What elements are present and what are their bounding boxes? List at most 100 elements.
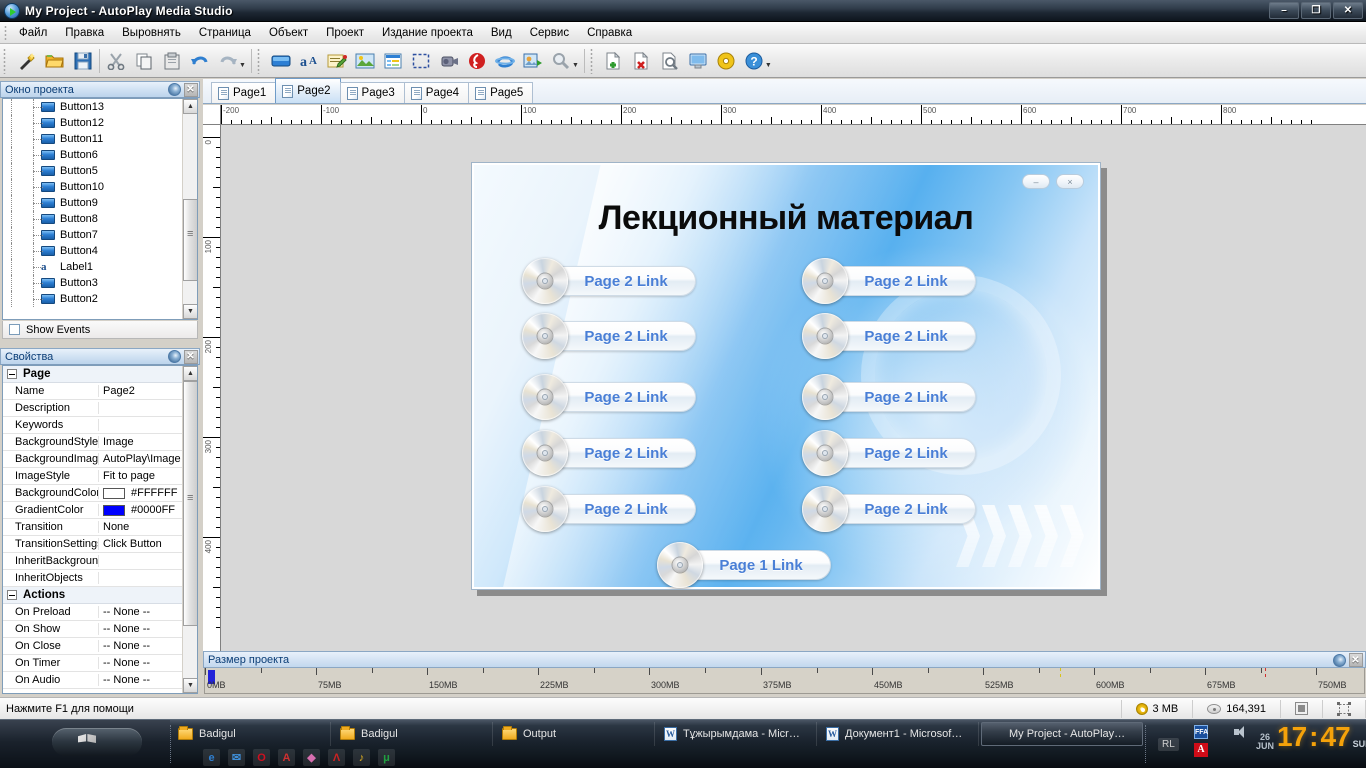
preview-page-icon[interactable]: [657, 48, 683, 74]
page-link-button[interactable]: Page 2 Link: [802, 430, 976, 476]
color-swatch[interactable]: [103, 487, 125, 499]
opera-icon[interactable]: O: [253, 749, 270, 767]
flash-object-icon[interactable]: [464, 48, 490, 74]
avira-icon[interactable]: Α: [1194, 743, 1208, 757]
tab-page1[interactable]: Page1: [211, 82, 277, 103]
property-row-on-show[interactable]: On Show -- None --: [3, 621, 197, 638]
redo-icon[interactable]: [215, 48, 241, 74]
property-row-on-audio[interactable]: On Audio -- None --: [3, 672, 197, 689]
undo-dropdown-caret-icon[interactable]: ▼: [239, 62, 246, 69]
picasa-icon[interactable]: ◆: [303, 749, 320, 767]
start-button[interactable]: [0, 720, 170, 768]
scroll-up-icon[interactable]: ▲: [183, 366, 197, 381]
page-link-button[interactable]: Page 2 Link: [522, 258, 696, 304]
scroll-up-icon[interactable]: ▲: [183, 99, 197, 114]
selection-icon[interactable]: [1337, 701, 1351, 716]
property-row-description[interactable]: Description: [3, 400, 197, 417]
property-row-keywords[interactable]: Keywords: [3, 417, 197, 434]
menu-item-page[interactable]: Страница: [190, 24, 260, 42]
property-row-backgroundimage[interactable]: BackgroundImage AutoPlay\Image: [3, 451, 197, 468]
property-group-actions[interactable]: Actions: [3, 587, 197, 604]
page-link-button[interactable]: Page 1 Link: [657, 542, 831, 588]
restore-button[interactable]: ❐: [1301, 2, 1331, 19]
tree-item-button7[interactable]: Button7: [3, 227, 197, 243]
tree-item-button2[interactable]: Button2: [3, 291, 197, 307]
tree-item-label1[interactable]: a Label1: [3, 259, 197, 275]
properties-scrollbar[interactable]: ▲ ▼: [182, 366, 197, 693]
keyboard-layout-indicator[interactable]: RL: [1158, 737, 1179, 751]
new-project-wizard-icon[interactable]: [14, 48, 40, 74]
menu-item-help[interactable]: Справка: [578, 24, 641, 42]
minimize-button[interactable]: –: [1269, 2, 1299, 19]
taskbar-clock[interactable]: 26 JUN 17 : 47 SUN: [1256, 722, 1366, 752]
property-group-page[interactable]: Page: [3, 366, 197, 383]
delete-page-icon[interactable]: [629, 48, 655, 74]
add-page-icon[interactable]: [601, 48, 627, 74]
menu-grip[interactable]: [2, 23, 10, 42]
scroll-down-icon[interactable]: ▼: [183, 678, 197, 693]
listbox-object-icon[interactable]: [380, 48, 406, 74]
adobe-reader-icon[interactable]: Λ: [328, 749, 345, 767]
project-tree[interactable]: Button13 Button12 Button11 Button6 Button5 Bu…: [2, 98, 198, 320]
tree-item-button6[interactable]: Button6: [3, 147, 197, 163]
undo-icon[interactable]: [187, 48, 213, 74]
scroll-thumb[interactable]: [183, 199, 197, 281]
property-row-inheritobjects[interactable]: InheritObjects: [3, 570, 197, 587]
scroll-thumb[interactable]: [183, 381, 197, 626]
page-link-button[interactable]: Page 2 Link: [802, 258, 976, 304]
tree-item-button8[interactable]: Button8: [3, 211, 197, 227]
status-selection-cell[interactable]: [1322, 699, 1366, 718]
copy-icon[interactable]: [131, 48, 157, 74]
property-row-transition[interactable]: Transition None: [3, 519, 197, 536]
taskbar-item[interactable]: My Project - AutoPlay…: [981, 721, 1143, 746]
preview-project-icon[interactable]: [685, 48, 711, 74]
mathcad-icon[interactable]: μ: [378, 749, 395, 767]
status-resize-cell[interactable]: [1280, 699, 1322, 718]
abbyy-icon[interactable]: A: [278, 749, 295, 767]
winamp-icon[interactable]: ♪: [353, 749, 370, 767]
close-icon[interactable]: ✕: [183, 349, 198, 364]
page-link-button[interactable]: Page 2 Link: [522, 486, 696, 532]
outlook-express-icon[interactable]: ✉: [228, 749, 245, 767]
tab-page4[interactable]: Page4: [403, 82, 470, 103]
auto-hide-icon[interactable]: [167, 350, 182, 364]
tree-item-button11[interactable]: Button11: [3, 131, 197, 147]
property-row-gradientcolor[interactable]: GradientColor #0000FF: [3, 502, 197, 519]
image-object-icon[interactable]: [352, 48, 378, 74]
property-row-inheritbackground[interactable]: InheritBackground: [3, 553, 197, 570]
menu-item-publish[interactable]: Издание проекта: [373, 24, 482, 42]
page-close-button[interactable]: ×: [1056, 174, 1084, 189]
menu-item-tools[interactable]: Сервис: [521, 24, 578, 42]
menu-item-project[interactable]: Проект: [317, 24, 373, 42]
page-link-button[interactable]: Page 2 Link: [522, 430, 696, 476]
taskbar-item[interactable]: Badigul: [333, 721, 493, 746]
property-row-backgroundcolor[interactable]: BackgroundColor #FFFFFF: [3, 485, 197, 502]
menu-item-file[interactable]: Файл: [10, 24, 56, 42]
open-folder-icon[interactable]: [42, 48, 68, 74]
taskbar-item[interactable]: Badigul: [171, 721, 331, 746]
paragraph-object-icon[interactable]: [324, 48, 350, 74]
page-link-button[interactable]: Page 2 Link: [522, 313, 696, 359]
toolbar-grip-1[interactable]: [3, 47, 10, 74]
tree-item-button4[interactable]: Button4: [3, 243, 197, 259]
taskbar-item[interactable]: W Документ1 - Microsof…: [819, 721, 979, 746]
color-swatch[interactable]: [103, 504, 125, 516]
tab-page3[interactable]: Page3: [339, 82, 405, 103]
auto-hide-icon[interactable]: [167, 83, 182, 97]
button-object-icon[interactable]: [268, 48, 294, 74]
menu-item-object[interactable]: Объект: [260, 24, 317, 42]
tree-item-button3[interactable]: Button3: [3, 275, 197, 291]
region-object-icon[interactable]: [408, 48, 434, 74]
page-document[interactable]: – × Лекционный материал Page 2 Link Page …: [471, 162, 1101, 590]
internet-explorer-icon[interactable]: e: [203, 749, 220, 767]
collapse-icon[interactable]: [7, 369, 17, 379]
property-row-on-timer[interactable]: On Timer -- None --: [3, 655, 197, 672]
close-button[interactable]: ✕: [1333, 2, 1363, 19]
property-row-name[interactable]: Name Page2: [3, 383, 197, 400]
property-row-on-preload[interactable]: On Preload -- None --: [3, 604, 197, 621]
volume-icon[interactable]: [1234, 726, 1248, 739]
text-object-icon[interactable]: aA: [296, 48, 322, 74]
taskbar-item[interactable]: Output: [495, 721, 655, 746]
web-object-icon[interactable]: [492, 48, 518, 74]
tree-item-button9[interactable]: Button9: [3, 195, 197, 211]
